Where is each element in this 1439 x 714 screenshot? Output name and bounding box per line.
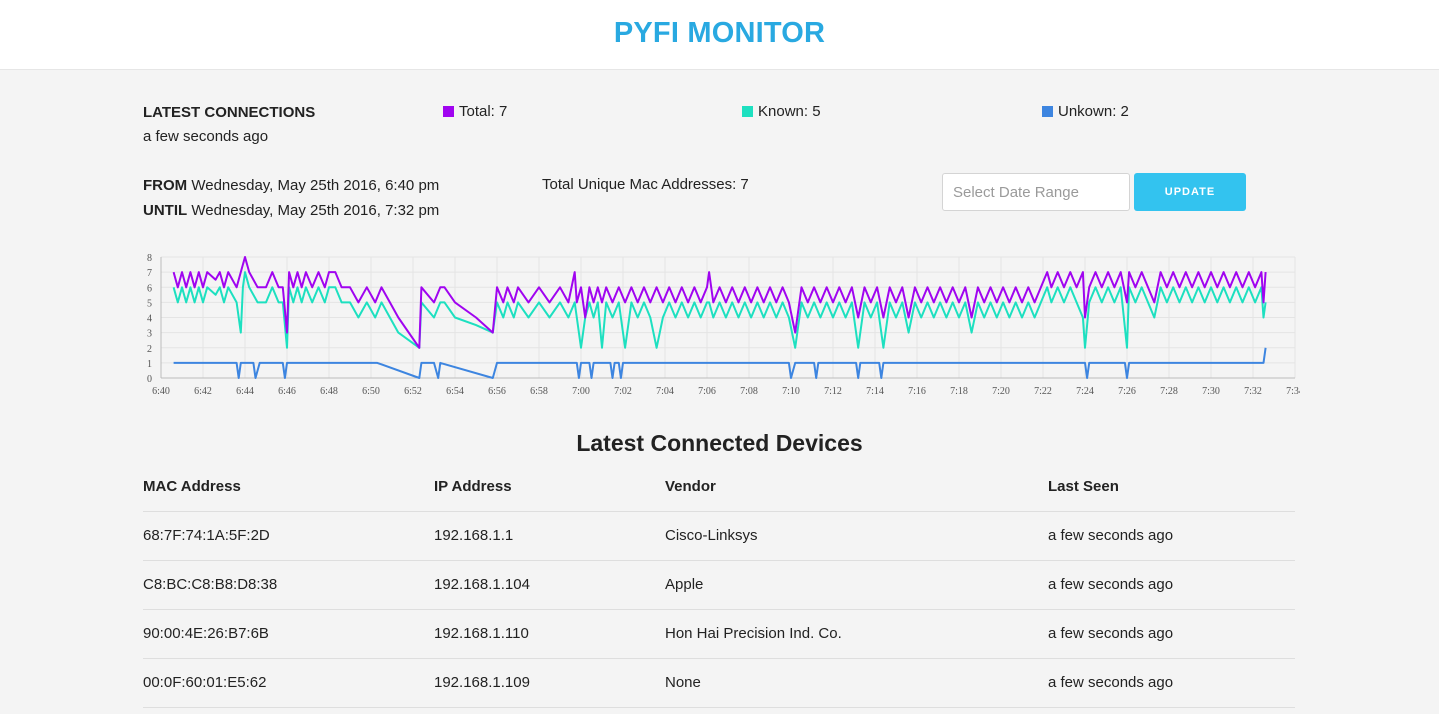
x-tick-label: 7:24 [1076, 386, 1094, 397]
legend-known-swatch [742, 106, 753, 117]
cell-ip: 192.168.1.109 [434, 658, 665, 708]
x-tick-label: 7:30 [1202, 386, 1220, 397]
until-row: UNTIL Wednesday, May 25th 2016, 7:32 pm [143, 202, 439, 219]
x-tick-label: 7:12 [824, 386, 842, 397]
x-tick-label: 7:32 [1244, 386, 1262, 397]
x-tick-label: 6:56 [488, 386, 506, 397]
legend-unknown: Unkown: 2 [1042, 103, 1129, 120]
from-label: FROM [143, 177, 188, 194]
cell-mac: 00:0F:60:01:E5:62 [143, 658, 434, 708]
x-tick-label: 7:02 [614, 386, 632, 397]
x-tick-label: 6:52 [404, 386, 422, 397]
y-tick-label: 1 [147, 359, 152, 370]
legend-unknown-label: Unkown: 2 [1058, 103, 1129, 120]
x-tick-label: 7:20 [992, 386, 1010, 397]
date-range-input[interactable] [942, 173, 1130, 211]
y-tick-label: 6 [147, 283, 152, 294]
legend-known-label: Known: 5 [758, 103, 821, 120]
x-tick-label: 6:46 [278, 386, 296, 397]
devices-table: MAC Address IP Address Vendor Last Seen … [143, 463, 1295, 708]
x-tick-label: 6:50 [362, 386, 380, 397]
legend-known: Known: 5 [742, 103, 821, 120]
series-line-unknown [173, 347, 1267, 379]
connections-chart: 0 1 2 3 4 5 6 7 8 6:40 6:42 6:44 6:46 6:48 6:50 6:52 6:5… [147, 253, 1300, 397]
legend-total-swatch [443, 106, 454, 117]
x-tick-label: 7:22 [1034, 386, 1052, 397]
x-tick-label: 7:34 [1286, 386, 1300, 397]
series-line-known [172, 271, 1267, 349]
x-tick-label: 7:14 [866, 386, 884, 397]
y-tick-label: 4 [147, 314, 152, 325]
y-tick-label: 5 [147, 298, 152, 309]
x-tick-label: 6:48 [320, 386, 338, 397]
latest-connections-label: LATEST CONNECTIONS [143, 104, 316, 121]
until-value: Wednesday, May 25th 2016, 7:32 pm [191, 202, 440, 219]
legend-unknown-swatch [1042, 106, 1053, 117]
x-tick-label: 7:28 [1160, 386, 1178, 397]
latest-connections-time: a few seconds ago [143, 128, 269, 145]
y-tick-label: 7 [147, 268, 152, 279]
x-tick-label: 6:44 [236, 386, 254, 397]
x-tick-label: 7:18 [950, 386, 968, 397]
y-tick-label: 2 [147, 344, 152, 355]
x-tick-label: 6:54 [446, 386, 464, 397]
until-label: UNTIL [143, 202, 188, 219]
cell-vendor: Hon Hai Precision Ind. Co. [665, 609, 1048, 659]
cell-last-seen: a few seconds ago [1048, 560, 1295, 610]
top-bar: PYFI MONITOR [0, 0, 1439, 70]
col-last-seen-header: Last Seen [1048, 463, 1295, 512]
cell-ip: 192.168.1.1 [434, 511, 665, 561]
x-tick-label: 7:26 [1118, 386, 1136, 397]
cell-last-seen: a few seconds ago [1048, 609, 1295, 659]
y-tick-label: 0 [147, 374, 152, 385]
x-tick-label: 6:42 [194, 386, 212, 397]
legend-total: Total: 7 [443, 103, 507, 120]
app-title: PYFI MONITOR [613, 17, 826, 49]
y-tick-label: 3 [147, 329, 152, 340]
cell-vendor: None [665, 658, 1048, 708]
unique-mac-count: Total Unique Mac Addresses: 7 [542, 176, 749, 193]
table-row: 68:7F:74:1A:5F:2D 192.168.1.1 Cisco-Link… [143, 511, 1295, 561]
x-tick-label: 7:06 [698, 386, 716, 397]
x-tick-label: 7:16 [908, 386, 926, 397]
x-tick-label: 7:10 [782, 386, 800, 397]
x-tick-label: 6:40 [152, 386, 170, 397]
update-button[interactable]: UPDATE [1134, 173, 1246, 211]
from-value: Wednesday, May 25th 2016, 6:40 pm [191, 177, 440, 194]
cell-mac: 68:7F:74:1A:5F:2D [143, 511, 434, 561]
from-row: FROM Wednesday, May 25th 2016, 6:40 pm [143, 177, 439, 194]
x-tick-label: 7:04 [656, 386, 674, 397]
cell-last-seen: a few seconds ago [1048, 511, 1295, 561]
col-vendor-header: Vendor [665, 463, 1048, 512]
legend-total-label: Total: 7 [459, 103, 508, 120]
x-tick-label: 7:00 [572, 386, 590, 397]
x-tick-label: 6:58 [530, 386, 548, 397]
y-tick-label: 8 [147, 253, 152, 264]
col-ip-header: IP Address [434, 463, 665, 512]
cell-vendor: Apple [665, 560, 1048, 610]
cell-ip: 192.168.1.104 [434, 560, 665, 610]
cell-last-seen: a few seconds ago [1048, 658, 1295, 708]
table-row: 90:00:4E:26:B7:6B 192.168.1.110 Hon Hai … [143, 609, 1295, 659]
devices-title: Latest Connected Devices [576, 430, 863, 456]
cell-vendor: Cisco-Linksys [665, 511, 1048, 561]
cell-mac: 90:00:4E:26:B7:6B [143, 609, 434, 659]
table-row: C8:BC:C8:B8:D8:38 192.168.1.104 Apple a … [143, 560, 1295, 610]
x-tick-label: 7:08 [740, 386, 758, 397]
chart-grid [160, 256, 1296, 379]
devices-header-row: MAC Address IP Address Vendor Last Seen [143, 463, 1295, 512]
table-row: 00:0F:60:01:E5:62 192.168.1.109 None a f… [143, 658, 1295, 708]
col-mac-header: MAC Address [143, 463, 434, 512]
cell-ip: 192.168.1.110 [434, 609, 665, 659]
cell-mac: C8:BC:C8:B8:D8:38 [143, 560, 434, 610]
